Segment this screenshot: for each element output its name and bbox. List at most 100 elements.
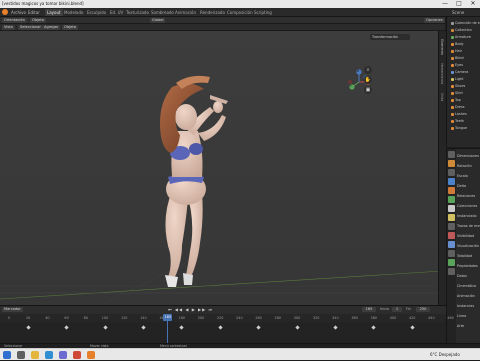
outliner-row[interactable]: Light (448, 76, 480, 82)
outliner-row[interactable]: Top (448, 97, 480, 103)
workspace-tab-layout[interactable]: Layout (45, 9, 63, 16)
properties-tab-icon[interactable] (448, 178, 455, 185)
properties-tab-icon[interactable] (448, 214, 455, 221)
options-dropdown[interactable]: Opciones (424, 18, 445, 23)
minimize-button[interactable]: — (438, 0, 452, 8)
properties-tab-icon[interactable] (448, 151, 455, 158)
maximize-button[interactable]: □ (452, 0, 466, 8)
store-icon[interactable] (59, 351, 67, 359)
properties-row[interactable]: Animación (457, 293, 480, 299)
close-button[interactable]: ✕ (466, 0, 480, 8)
outliner-row[interactable]: Eyes (448, 62, 480, 68)
properties-tab-icon[interactable] (448, 232, 455, 239)
properties-tab-icon[interactable] (448, 187, 455, 194)
blender-logo-icon[interactable] (2, 9, 8, 15)
pan-view-button[interactable]: ✋ (364, 76, 372, 84)
properties-row[interactable]: Propiedades (457, 263, 480, 269)
mode-selector[interactable]: Objeto (30, 18, 46, 23)
outliner-row[interactable]: Skirt (448, 90, 480, 96)
blender-icon[interactable] (87, 351, 95, 359)
properties-row[interactable]: Cinemática (457, 283, 480, 289)
outliner-row[interactable]: Bikini (448, 55, 480, 61)
add-menu[interactable]: Agregar (42, 25, 61, 30)
windows-start-icon[interactable] (3, 351, 11, 359)
properties-row[interactable]: Arte (457, 323, 480, 329)
npanel-tab-view[interactable]: Vista (440, 93, 444, 101)
playhead[interactable]: 165 (163, 314, 173, 321)
properties-tab-icon[interactable] (448, 250, 455, 257)
outliner-row[interactable]: Tongue (448, 125, 480, 131)
keyframe-marker[interactable] (102, 325, 108, 330)
keyframe-marker[interactable] (141, 325, 146, 330)
npanel-header[interactable]: Transformación (370, 34, 410, 40)
keyframe-marker[interactable] (179, 325, 184, 330)
properties-tab-icon[interactable] (448, 160, 455, 167)
weather-widget[interactable]: 6°C Despejado (430, 352, 460, 357)
properties-row[interactable]: Totalidad (457, 253, 480, 259)
file-explorer-icon[interactable] (31, 351, 39, 359)
npanel-tab-item[interactable]: Elemento (440, 39, 444, 55)
workspace-tab-sombreado[interactable]: Sombreado (149, 9, 176, 16)
3d-viewport[interactable]: Transformación X Z Y ⌕ ✋ ▣ (0, 31, 442, 305)
workspace-tab-composicion[interactable]: Composición (225, 9, 255, 16)
properties-tab-icon[interactable] (448, 205, 455, 212)
outliner-row[interactable]: Dress (448, 104, 480, 110)
camera-view-button[interactable]: ▣ (364, 86, 372, 94)
keyframe-marker[interactable] (371, 325, 376, 330)
object-menu[interactable]: Objeto (62, 25, 78, 30)
outliner-row[interactable]: Collection (448, 27, 480, 33)
properties-row[interactable]: Relaciones (457, 193, 480, 199)
properties-tab-icon[interactable] (448, 241, 455, 248)
transform-orientation-dropdown[interactable]: Global (150, 18, 166, 23)
outliner-row[interactable]: Body (448, 41, 480, 47)
view-menu[interactable]: Vista (2, 25, 15, 30)
workspace-tab-modelado[interactable]: Modelado (62, 9, 85, 16)
properties-row[interactable]: Dimensiones (457, 153, 480, 159)
outliner-row[interactable]: Lashes (448, 111, 480, 117)
scene-selector[interactable]: Scene (452, 10, 464, 15)
workspace-tab-scripting[interactable]: Scripting (252, 9, 274, 16)
keyframe-marker[interactable] (333, 325, 338, 330)
menu-archivo[interactable]: Archivo (11, 10, 26, 15)
properties-tab-icon[interactable] (448, 223, 455, 230)
workspace-tab-uv[interactable]: Ed. UV (108, 9, 125, 16)
outliner-row[interactable]: Shoes (448, 83, 480, 89)
menu-editar[interactable]: Editar (28, 10, 40, 15)
properties-row[interactable]: Trazos de movimiento (457, 223, 480, 229)
workspace-tab-esculpido[interactable]: Esculpido (85, 9, 108, 16)
keyframe-marker[interactable] (64, 325, 69, 330)
outliner-row[interactable]: Camera (448, 69, 480, 75)
orientation-selector[interactable]: Orientación (2, 18, 27, 23)
zoom-view-button[interactable]: ⌕ (364, 66, 372, 74)
outliner-row[interactable]: Teeth (448, 118, 480, 124)
keyframe-marker[interactable] (410, 325, 415, 330)
chrome-icon[interactable] (73, 351, 81, 359)
outliner-row[interactable]: Colección de escena (448, 20, 480, 26)
properties-tab-icon[interactable] (448, 196, 455, 203)
outliner-panel[interactable]: Colección de escena Collection Armature Bod… (446, 17, 480, 147)
properties-tab-icon[interactable] (448, 169, 455, 176)
properties-row[interactable]: Línea (457, 313, 480, 319)
timeline-editor[interactable]: Marcador ⏮ ◀◀ ◀ ▶ ▶▶ ⏭ 165 Inicio 1 Fin … (0, 305, 454, 344)
keyframe-marker[interactable] (294, 325, 300, 330)
properties-row[interactable]: Rotación (457, 163, 480, 169)
edge-browser-icon[interactable] (45, 351, 53, 359)
properties-row[interactable]: Visualización en viewport (457, 243, 480, 249)
properties-row[interactable]: Datos (457, 273, 480, 279)
keyframe-marker[interactable] (256, 325, 261, 330)
workspace-tab-animacion[interactable]: Animación (173, 9, 198, 16)
properties-tab-icon[interactable] (448, 268, 455, 275)
workspace-tab-texturizado[interactable]: Texturizado (124, 9, 151, 16)
search-icon[interactable] (17, 351, 25, 359)
select-menu[interactable]: Seleccionar (18, 25, 43, 30)
npanel-tab-tool[interactable]: Herramienta (440, 63, 444, 84)
properties-row[interactable]: Visibilidad (457, 233, 480, 239)
properties-row[interactable]: Delta (457, 183, 480, 189)
keyframe-marker[interactable] (218, 325, 223, 330)
properties-row[interactable]: Instancias (457, 303, 480, 309)
workspace-tab-renderizado[interactable]: Renderizado (198, 9, 227, 16)
properties-row[interactable]: Instanciado (457, 213, 480, 219)
properties-row[interactable]: Colecciones (457, 203, 480, 209)
properties-row[interactable]: Escala (457, 173, 480, 179)
properties-tab-icon[interactable] (448, 259, 455, 266)
